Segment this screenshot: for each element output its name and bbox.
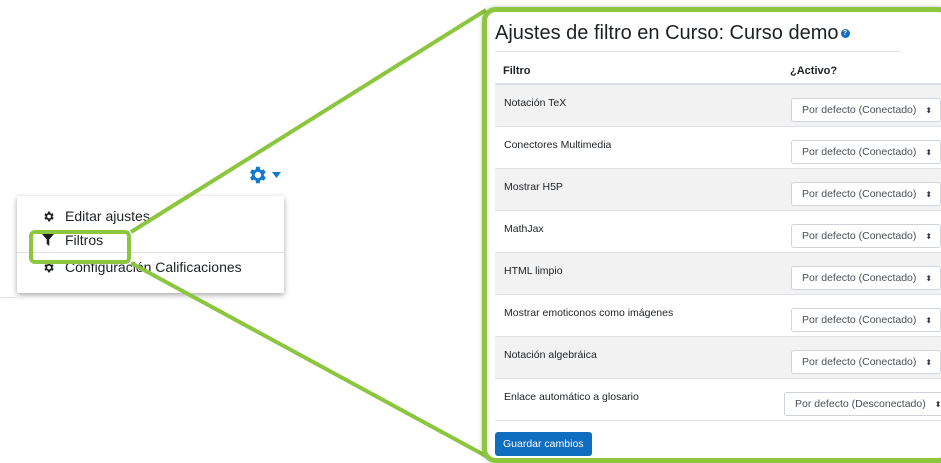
select-arrows-icon: ⬍ <box>925 315 933 325</box>
filter-state-select[interactable]: Por defecto (Conectado) ⬍ <box>791 98 941 122</box>
select-arrows-icon: ⬍ <box>925 147 933 157</box>
filter-name: Mostrar H5P <box>504 181 563 193</box>
table-row: Notación algebráica Por defecto (Conecta… <box>495 337 941 379</box>
filter-name: Enlace automático a glosario <box>504 391 639 403</box>
page-title: Ajustes de filtro en Curso: Curso demo? <box>495 22 850 45</box>
page-title-text: Ajustes de filtro en Curso: Curso demo <box>495 22 839 44</box>
filter-state-select[interactable]: Por defecto (Conectado) ⬍ <box>791 350 941 374</box>
select-value: Por defecto (Conectado) <box>802 104 917 116</box>
select-arrows-icon: ⬍ <box>925 357 933 367</box>
filter-name: Conectores Multimedia <box>504 139 612 151</box>
select-value: Por defecto (Conectado) <box>802 230 917 242</box>
select-value: Por defecto (Conectado) <box>802 314 917 326</box>
actions-menu-toggle[interactable] <box>246 163 290 187</box>
page-divider <box>0 297 17 298</box>
question-circle-icon[interactable]: ? <box>840 29 850 39</box>
table-row: Mostrar emoticonos como imágenes Por def… <box>495 295 941 337</box>
save-changes-button[interactable]: Guardar cambios <box>495 432 592 456</box>
filter-name: Mostrar emoticonos como imágenes <box>504 307 674 319</box>
select-arrows-icon: ⬍ <box>925 189 933 199</box>
select-value: Por defecto (Conectado) <box>802 356 917 368</box>
filter-state-select[interactable]: Por defecto (Conectado) ⬍ <box>791 308 941 332</box>
gear-icon <box>41 209 55 223</box>
filter-name: HTML limpio <box>504 265 563 277</box>
menu-item-editar-ajustes[interactable]: Editar ajustes <box>17 204 284 228</box>
select-value: Por defecto (Conectado) <box>802 188 917 200</box>
gear-icon <box>250 166 266 184</box>
select-arrows-icon: ⬍ <box>925 273 933 283</box>
column-header-active: ¿Activo? <box>790 65 838 77</box>
caret-down-icon <box>272 172 281 178</box>
column-header-filter: Filtro <box>503 65 531 77</box>
table-row: Notación TeX Por defecto (Conectado) ⬍ <box>495 85 941 127</box>
table-row: Enlace automático a glosario Por defecto… <box>495 379 941 421</box>
filter-state-select[interactable]: Por defecto (Conectado) ⬍ <box>791 224 941 248</box>
title-divider <box>495 51 901 52</box>
select-value: Por defecto (Conectado) <box>802 272 917 284</box>
filter-settings-panel: Ajustes de filtro en Curso: Curso demo? … <box>482 7 941 463</box>
filter-name: Notación TeX <box>504 97 567 109</box>
filter-name: MathJax <box>504 223 544 235</box>
filter-state-select[interactable]: Por defecto (Desconectado) ⬍ <box>784 392 941 416</box>
select-value: Por defecto (Conectado) <box>802 146 917 158</box>
select-arrows-icon: ⬍ <box>925 231 933 241</box>
filter-state-select[interactable]: Por defecto (Conectado) ⬍ <box>791 140 941 164</box>
filter-state-select[interactable]: Por defecto (Conectado) ⬍ <box>791 182 941 206</box>
filter-name: Notación algebráica <box>504 349 597 361</box>
menu-item-label: Editar ajustes <box>65 208 150 224</box>
select-arrows-icon: ⬍ <box>934 399 941 409</box>
select-value: Por defecto (Desconectado) <box>795 398 926 410</box>
select-arrows-icon: ⬍ <box>925 105 933 115</box>
filter-state-select[interactable]: Por defecto (Conectado) ⬍ <box>791 266 941 290</box>
filtros-highlight <box>29 230 131 264</box>
table-row: Conectores Multimedia Por defecto (Conec… <box>495 127 941 169</box>
table-row: Mostrar H5P Por defecto (Conectado) ⬍ <box>495 169 941 211</box>
table-row: HTML limpio Por defecto (Conectado) ⬍ <box>495 253 941 295</box>
table-row: MathJax Por defecto (Conectado) ⬍ <box>495 211 941 253</box>
